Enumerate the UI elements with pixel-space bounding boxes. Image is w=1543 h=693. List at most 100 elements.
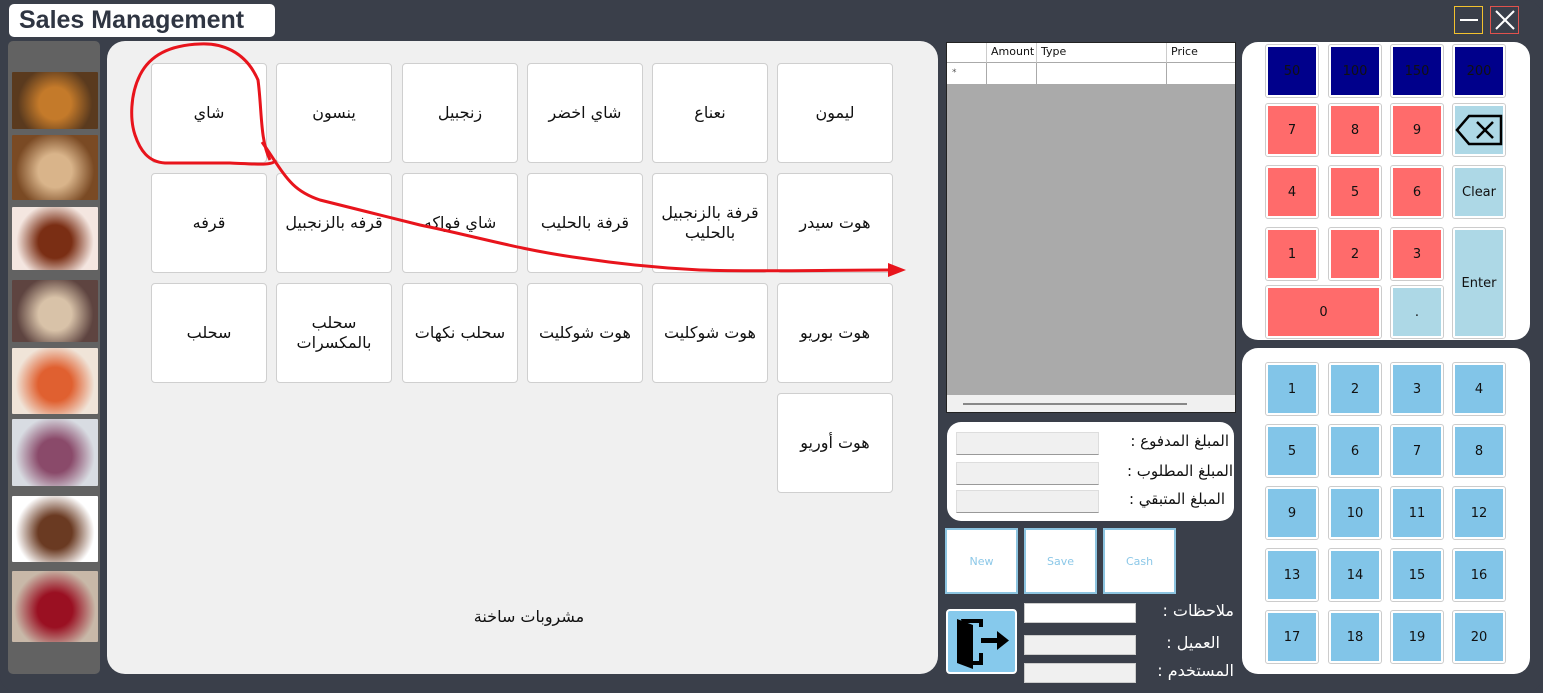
quick-amount-button[interactable]: 50 — [1265, 44, 1319, 98]
table-number: 7 — [1393, 427, 1441, 475]
column-amount[interactable]: Amount — [987, 43, 1037, 63]
digit-button-label: 8 — [1331, 106, 1379, 154]
cakes-image[interactable] — [12, 571, 98, 642]
menu-item[interactable]: هوت أوريو — [777, 393, 893, 493]
cell-type[interactable] — [1037, 63, 1167, 85]
scrollbar-thumb[interactable] — [963, 403, 1187, 405]
menu-item[interactable]: زنجبيل — [402, 63, 518, 163]
table-button[interactable]: 12 — [1452, 486, 1506, 540]
digit-button-label: 2 — [1331, 230, 1379, 278]
hot-drinks-image[interactable] — [12, 72, 98, 129]
save-button[interactable]: Save — [1024, 528, 1097, 594]
new-button[interactable]: New — [945, 528, 1018, 594]
required-amount-field[interactable] — [956, 462, 1099, 485]
menu-item[interactable]: ينسون — [276, 63, 392, 163]
table-button[interactable]: 16 — [1452, 548, 1506, 602]
exit-door-icon — [956, 618, 1009, 669]
table-button[interactable]: 3 — [1390, 362, 1444, 416]
menu-item[interactable]: ليمون — [777, 63, 893, 163]
cell-price[interactable] — [1167, 63, 1235, 85]
totals-panel: المبلغ المدفوع : المبلغ المطلوب : المبلغ… — [947, 422, 1234, 521]
digit-button[interactable]: 3 — [1390, 227, 1444, 281]
clear-button-label: Clear — [1455, 168, 1503, 216]
table-button[interactable]: 11 — [1390, 486, 1444, 540]
table-button[interactable]: 14 — [1328, 548, 1382, 602]
digit-button[interactable]: 6 — [1390, 165, 1444, 219]
remaining-amount-field[interactable] — [956, 490, 1099, 513]
menu-item[interactable]: شاي — [151, 63, 267, 163]
milkshakes-image[interactable] — [12, 280, 98, 342]
notes-input[interactable] — [1024, 603, 1136, 623]
menu-panel: مشروبات ساخنة ليمون نعناع شاي اخضر زنجبيل ين… — [107, 41, 938, 674]
paid-amount-field[interactable] — [956, 432, 1099, 455]
menu-item[interactable]: سحلب نكهات — [402, 283, 518, 383]
notes-label: ملاحظات : — [1162, 601, 1234, 620]
customer-input[interactable] — [1024, 635, 1136, 655]
menu-item[interactable]: هوت شوكليت — [527, 283, 643, 383]
order-grid[interactable]: Amount Type Price * — [946, 42, 1236, 413]
table-number: 5 — [1268, 427, 1316, 475]
menu-item[interactable]: قرفه — [151, 173, 267, 273]
digit-button[interactable]: 4 — [1265, 165, 1319, 219]
coffee-image[interactable] — [12, 135, 98, 200]
digit-button[interactable]: 8 — [1328, 103, 1382, 157]
quick-amount-button[interactable]: 150 — [1390, 44, 1444, 98]
digit-button[interactable]: 1 — [1265, 227, 1319, 281]
menu-item[interactable]: هوت بوريو — [777, 283, 893, 383]
table-button[interactable]: 9 — [1265, 486, 1319, 540]
menu-item[interactable]: نعناع — [652, 63, 768, 163]
table-button[interactable]: 17 — [1265, 610, 1319, 664]
table-button[interactable]: 13 — [1265, 548, 1319, 602]
table-number: 8 — [1455, 427, 1503, 475]
digit-button[interactable]: 2 — [1328, 227, 1382, 281]
menu-item[interactable]: سحلب بالمكسرات — [276, 283, 392, 383]
close-button[interactable] — [1490, 6, 1519, 34]
digit-button[interactable]: 0 — [1265, 285, 1382, 339]
juices-image[interactable] — [12, 348, 98, 414]
column-type[interactable]: Type — [1037, 43, 1167, 63]
table-button[interactable]: 1 — [1265, 362, 1319, 416]
column-price[interactable]: Price — [1167, 43, 1235, 63]
decimal-button[interactable]: . — [1390, 285, 1444, 339]
cold-drinks-image[interactable] — [12, 207, 98, 270]
digit-button[interactable]: 5 — [1328, 165, 1382, 219]
table-button[interactable]: 6 — [1328, 424, 1382, 478]
enter-button[interactable]: Enter — [1452, 227, 1506, 339]
table-button[interactable]: 4 — [1452, 362, 1506, 416]
menu-item[interactable]: هوت شوكليت — [652, 283, 768, 383]
table-button[interactable]: 8 — [1452, 424, 1506, 478]
menu-item[interactable]: قرفة بالزنجبيل بالحليب — [652, 173, 768, 273]
ice-cream-image[interactable] — [12, 496, 98, 562]
menu-item[interactable]: هوت سيدر — [777, 173, 893, 273]
table-number: 12 — [1455, 489, 1503, 537]
table-number: 10 — [1331, 489, 1379, 537]
table-button[interactable]: 2 — [1328, 362, 1382, 416]
quick-amount-button[interactable]: 100 — [1328, 44, 1382, 98]
menu-item[interactable]: قرفة بالحليب — [527, 173, 643, 273]
cell-amount[interactable] — [987, 63, 1037, 85]
digit-button[interactable]: 7 — [1265, 103, 1319, 157]
menu-item[interactable]: سحلب — [151, 283, 267, 383]
smoothies-image[interactable] — [12, 419, 98, 486]
menu-item[interactable]: شاي اخضر — [527, 63, 643, 163]
menu-item[interactable]: قرفه بالزنجبيل — [276, 173, 392, 273]
user-input[interactable] — [1024, 663, 1136, 683]
clear-button[interactable]: Clear — [1452, 165, 1506, 219]
quick-amount-button[interactable]: 200 — [1452, 44, 1506, 98]
horizontal-scrollbar[interactable] — [947, 395, 1235, 412]
table-button[interactable]: 19 — [1390, 610, 1444, 664]
table-button[interactable]: 10 — [1328, 486, 1382, 540]
minimize-button[interactable] — [1454, 6, 1483, 34]
backspace-button[interactable] — [1452, 103, 1506, 157]
table-button[interactable]: 18 — [1328, 610, 1382, 664]
exit-button[interactable] — [946, 609, 1017, 674]
table-button[interactable]: 5 — [1265, 424, 1319, 478]
table-button[interactable]: 20 — [1452, 610, 1506, 664]
menu-item[interactable]: شاي فواكه — [402, 173, 518, 273]
digit-button[interactable]: 9 — [1390, 103, 1444, 157]
new-row[interactable]: * — [947, 63, 1235, 85]
table-button[interactable]: 7 — [1390, 424, 1444, 478]
table-button[interactable]: 15 — [1390, 548, 1444, 602]
cash-button[interactable]: Cash — [1103, 528, 1176, 594]
digit-button-label: 4 — [1268, 168, 1316, 216]
